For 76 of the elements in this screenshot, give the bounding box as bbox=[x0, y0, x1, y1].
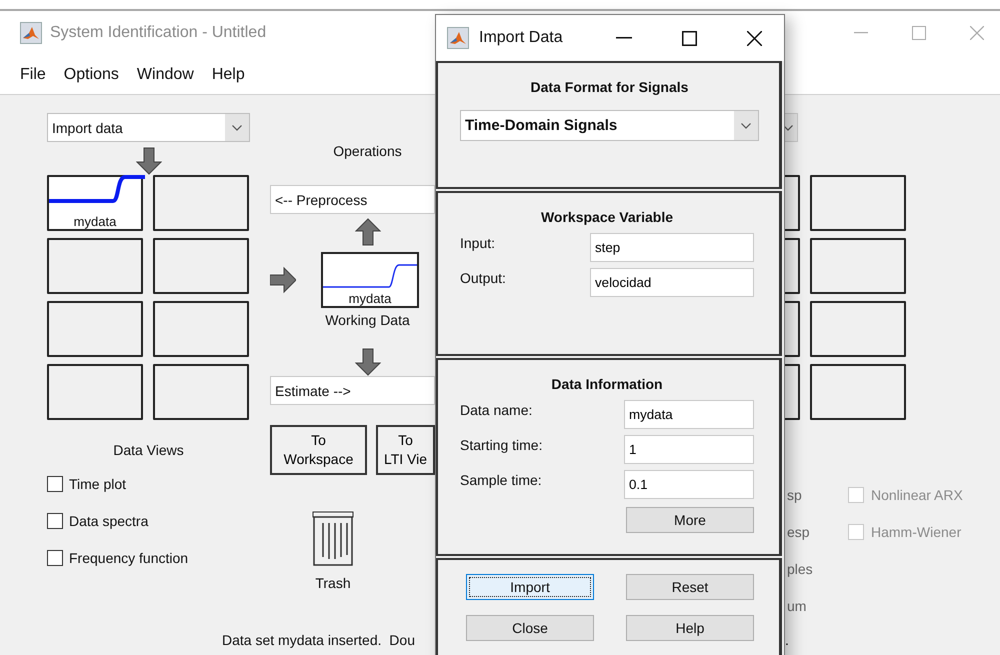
data-label: mydata bbox=[74, 214, 116, 229]
working-data-caption: Working Data bbox=[324, 312, 411, 330]
export-button[interactable]: To Workspace bbox=[270, 425, 367, 475]
input-field[interactable]: mydata bbox=[624, 400, 754, 429]
input-field[interactable]: 1 bbox=[624, 435, 754, 464]
checkbox[interactable] bbox=[47, 513, 63, 529]
data-board[interactable] bbox=[47, 238, 143, 294]
checkbox-label: Frequency function bbox=[69, 550, 188, 566]
right-arrow-icon bbox=[270, 266, 296, 294]
model-board[interactable] bbox=[810, 238, 906, 294]
preprocess-dropdown[interactable]: <-- Preprocess bbox=[270, 185, 435, 214]
data-label: mydata bbox=[348, 291, 392, 306]
model-board[interactable] bbox=[810, 301, 906, 357]
chevron-icon bbox=[783, 124, 793, 130]
dialog-button[interactable]: Close bbox=[466, 615, 594, 641]
data-plot-board[interactable]: mydata bbox=[47, 175, 143, 231]
app-logo-icon bbox=[20, 22, 42, 44]
working-data-board[interactable]: mydata bbox=[321, 252, 419, 308]
dialog-button[interactable]: Reset bbox=[626, 574, 754, 600]
panel-title: Workspace Variable bbox=[540, 209, 674, 225]
app-logo-icon bbox=[447, 27, 469, 49]
input-field[interactable]: velocidad bbox=[590, 268, 754, 297]
menu-item[interactable]: Options bbox=[64, 66, 119, 84]
dialog-button[interactable]: Help bbox=[626, 615, 754, 641]
minimize-icon[interactable] bbox=[616, 37, 632, 39]
dialog-button[interactable]: Import bbox=[466, 574, 594, 600]
checkbox-label: Nonlinear ARX bbox=[871, 486, 963, 502]
down-arrow-icon bbox=[354, 348, 380, 376]
menu-item[interactable]: Window bbox=[136, 66, 194, 84]
panel-title: Data Format for Signals bbox=[530, 79, 690, 95]
field-label: Input: bbox=[460, 234, 496, 251]
checkbox-label: Hamm-Wiener bbox=[871, 524, 962, 540]
data-board[interactable] bbox=[153, 301, 249, 357]
format-dropdown[interactable]: Time-Domain Signals bbox=[460, 110, 759, 141]
data-board[interactable] bbox=[47, 301, 143, 357]
section-title: Operations bbox=[332, 143, 403, 161]
panel-title: Data Information bbox=[550, 376, 664, 392]
status-message: Data set mydata inserted. Dou bbox=[222, 632, 415, 648]
checkbox-label: ples bbox=[787, 560, 814, 576]
window-title: System Identification - Untitled bbox=[50, 24, 266, 42]
checkbox-label: Time plot bbox=[69, 476, 126, 492]
checkbox[interactable] bbox=[47, 476, 63, 492]
estimate-dropdown[interactable]: Estimate --> bbox=[270, 376, 435, 405]
trash-icon[interactable] bbox=[311, 511, 355, 567]
trash-label: Trash bbox=[315, 575, 351, 591]
menu-item[interactable]: Help bbox=[212, 66, 245, 84]
model-board[interactable] bbox=[810, 364, 906, 420]
field-label: Output: bbox=[460, 269, 506, 286]
checkbox-label: sp bbox=[787, 486, 803, 502]
up-arrow-icon bbox=[354, 218, 380, 246]
data-board[interactable] bbox=[153, 238, 249, 294]
data-board[interactable] bbox=[47, 364, 143, 420]
chevron-icon bbox=[232, 124, 242, 130]
checkbox[interactable] bbox=[47, 550, 63, 566]
maximize-icon[interactable] bbox=[682, 30, 697, 46]
data-board[interactable] bbox=[153, 364, 249, 420]
checkbox-label: um bbox=[787, 598, 808, 614]
chevron-icon bbox=[741, 122, 751, 128]
field-label: Sample time: bbox=[460, 471, 542, 488]
checkbox-label: Data spectra bbox=[69, 513, 148, 529]
model-board[interactable] bbox=[810, 175, 906, 231]
export-button[interactable]: To LTI Vie bbox=[376, 425, 435, 475]
field-label: Data name: bbox=[460, 401, 532, 418]
dialog-title: Import Data bbox=[479, 29, 563, 47]
status-message: . bbox=[785, 632, 789, 648]
import-dropdown[interactable]: Import data bbox=[47, 113, 250, 142]
field-label: Starting time: bbox=[460, 436, 542, 453]
section-title: Data Views bbox=[112, 442, 185, 458]
input-field[interactable]: 0.1 bbox=[624, 470, 754, 499]
data-board[interactable] bbox=[153, 175, 249, 231]
close-icon[interactable] bbox=[747, 30, 762, 46]
input-field[interactable]: step bbox=[590, 233, 754, 262]
checkbox-label: esp bbox=[787, 524, 811, 540]
menu-item[interactable]: File bbox=[20, 66, 46, 84]
more-button[interactable]: More bbox=[626, 507, 754, 533]
down-arrow-icon bbox=[136, 147, 162, 175]
